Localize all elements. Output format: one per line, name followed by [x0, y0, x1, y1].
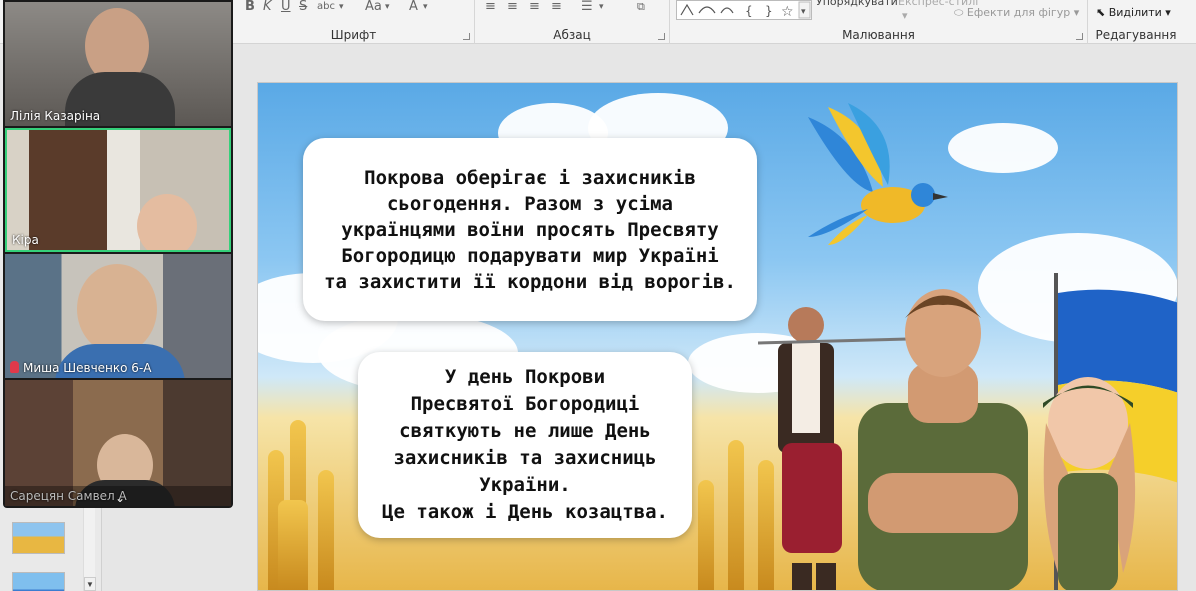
editing-group-label: Редагування: [1095, 28, 1177, 42]
paragraph-dialog-launcher[interactable]: [658, 33, 665, 40]
align-center-icon[interactable]: ≡: [507, 0, 518, 14]
defenders-illustration: [758, 273, 1177, 590]
chevron-down-icon[interactable]: ▾: [385, 0, 390, 14]
shape-effects-label: Ефекти для фігур: [966, 6, 1071, 19]
cloud: [948, 123, 1058, 173]
shape-effects-icon: ⬭: [954, 6, 967, 19]
wheat-ear: [728, 440, 744, 590]
svg-text:▾: ▾: [801, 7, 806, 17]
paragraph-group-label: Абзац: [553, 28, 591, 42]
align-right-icon[interactable]: ≡: [529, 0, 540, 14]
video-participants-panel: Лілія Казаріна Кіра Миша Шевченко 6-А Са…: [3, 0, 233, 508]
participant-tile[interactable]: Миша Шевченко 6-А: [5, 254, 231, 378]
participant-name: Кіра: [12, 233, 39, 247]
participant-tile-active[interactable]: Кіра: [5, 128, 231, 252]
drawing-group-label: Малювання: [842, 28, 915, 42]
arrange-button[interactable]: Упорядкувати: [816, 0, 898, 8]
slide-thumbnail[interactable]: [12, 522, 65, 554]
participant-video: [137, 194, 197, 250]
select-icon: ⬉: [1096, 6, 1109, 19]
strikethrough-icon[interactable]: S: [299, 0, 307, 14]
participant-tile[interactable]: Лілія Казаріна: [5, 2, 231, 126]
drawing-dialog-launcher[interactable]: [1076, 33, 1083, 40]
select-button[interactable]: ⬉ Виділити ▾: [1096, 6, 1171, 19]
columns-icon[interactable]: ☰: [581, 0, 593, 14]
slide-text-defenders: Покрова оберігає і захисників сьогодення…: [324, 166, 736, 293]
svg-text:☆: ☆: [781, 4, 794, 19]
bold-icon[interactable]: B: [245, 0, 255, 14]
font-dialog-launcher[interactable]: [463, 33, 470, 40]
wheat-ear: [278, 500, 308, 590]
select-label: Виділити: [1108, 6, 1162, 19]
text-box-defenders[interactable]: Покрова оберігає і захисників сьогодення…: [303, 138, 757, 321]
text-box-pokrova[interactable]: У день Покрови Пресвятої Богородиці свят…: [358, 352, 692, 538]
align-left-icon[interactable]: ≡: [485, 0, 496, 14]
participant-name: Лілія Казаріна: [10, 109, 101, 123]
microphone-muted-icon: [10, 361, 19, 373]
bird-illustration: [808, 103, 948, 245]
shape-effects-button[interactable]: ⬭ Ефекти для фігур ▾: [954, 6, 1079, 20]
participant-video: [77, 264, 157, 354]
underline-icon[interactable]: U: [281, 0, 291, 14]
font-color-icon[interactable]: A: [409, 0, 418, 14]
chevron-down-icon[interactable]: ▾: [423, 0, 428, 14]
paragraph-group: ≡ ≡ ≡ ≡ ☰ ▾ ⧉ Абзац: [475, 0, 670, 44]
font-group-label: Шрифт: [330, 28, 377, 42]
slide-thumbnail[interactable]: [12, 572, 65, 591]
chevron-down-icon[interactable]: ▾: [599, 0, 604, 14]
justify-icon[interactable]: ≡: [551, 0, 562, 14]
svg-text:{: {: [745, 4, 753, 18]
wheat-ear: [318, 470, 334, 590]
convert-to-smartart-icon[interactable]: ⧉: [637, 0, 645, 14]
font-group: B K U S abc ▾ Aa ▾ A ▾ Шрифт: [233, 0, 475, 44]
scroll-down-icon[interactable]: ▼: [84, 577, 96, 591]
slide-text-pokrova: У день Покрови Пресвятої Богородиці свят…: [382, 366, 668, 523]
change-case-icon[interactable]: Aa: [365, 0, 382, 14]
editing-group: ⬉ Виділити ▾ Редагування: [1088, 0, 1184, 44]
participant-name: Миша Шевченко 6-А: [23, 361, 152, 375]
participant-name-row: Миша Шевченко 6-А: [10, 361, 151, 375]
chevron-down-icon[interactable]: ⌄: [115, 492, 127, 504]
quick-styles-chevron-icon[interactable]: ▾: [902, 9, 908, 22]
character-spacing-icon[interactable]: abc: [317, 0, 335, 14]
participant-tile[interactable]: Сарецян Самвел А ⌄: [5, 380, 231, 506]
shapes-gallery-icon[interactable]: { } ☆ ▾: [676, 0, 812, 20]
chevron-down-icon[interactable]: ▾: [339, 0, 344, 14]
slide-canvas[interactable]: Покрова оберігає і захисників сьогодення…: [257, 82, 1178, 591]
italic-icon[interactable]: K: [263, 0, 272, 14]
wheat-ear: [698, 480, 714, 590]
participant-name: Сарецян Самвел А: [10, 489, 127, 503]
svg-text:}: }: [765, 4, 773, 18]
drawing-group: { } ☆ ▾ Упорядкувати Експрес-стилі ▾ ⬭ Е…: [670, 0, 1088, 44]
